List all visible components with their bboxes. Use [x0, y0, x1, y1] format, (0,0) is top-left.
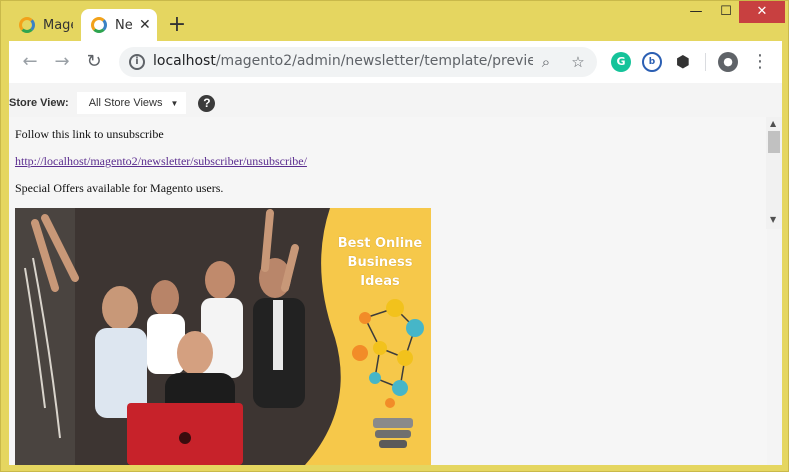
tab-strip: Mage Ne ✕ + — ☐ ✕ — [1, 1, 789, 41]
url-text[interactable]: localhost/magento2/admin/newsletter/temp… — [153, 53, 533, 69]
banner-caption-line1: Best Online — [337, 236, 423, 251]
scroll-up-icon[interactable]: ▲ — [770, 119, 776, 128]
team-photo-illustration — [15, 208, 325, 465]
zoom-icon[interactable]: ⌕ — [537, 53, 555, 71]
store-view-bar: Store View: All Store Views ▼ ? — [9, 91, 216, 115]
banner-caption: Best Online Business Ideas — [329, 234, 431, 291]
browser-window: Mage Ne ✕ + — ☐ ✕ ← → ↻ i localhost/mage… — [0, 0, 789, 472]
help-icon[interactable]: ? — [198, 94, 216, 112]
extension-icon[interactable]: b — [642, 52, 662, 72]
menu-icon[interactable]: ⋮ — [751, 49, 769, 75]
url-path: /magento2/admin/newsletter/template/prev… — [215, 53, 533, 69]
bookmark-star-icon[interactable]: ☆ — [569, 53, 587, 71]
minimize-button[interactable]: — — [681, 1, 711, 23]
offers-text: Special Offers available for Magento use… — [15, 181, 224, 195]
scroll-down-icon[interactable]: ▼ — [770, 215, 776, 224]
browser-toolbar: ← → ↻ i localhost/magento2/admin/newslet… — [9, 41, 782, 83]
magento-favicon-icon — [19, 17, 35, 33]
chevron-down-icon: ▼ — [170, 98, 179, 108]
unsubscribe-text: Follow this link to unsubscribe — [15, 127, 164, 141]
scrollbar-thumb[interactable] — [768, 131, 780, 153]
close-window-button[interactable]: ✕ — [739, 1, 785, 23]
toolbar-divider — [705, 53, 706, 71]
store-view-label: Store View: — [9, 97, 69, 109]
forward-arrow-icon[interactable]: → — [49, 49, 75, 75]
tab-newsletter[interactable]: Ne ✕ — [81, 9, 157, 41]
back-arrow-icon[interactable]: ← — [17, 49, 43, 75]
cube-extension-icon[interactable]: ⬢ — [673, 52, 693, 72]
address-bar[interactable]: i localhost/magento2/admin/newsletter/te… — [119, 47, 597, 77]
tab-title: Mage — [43, 17, 73, 33]
close-tab-icon[interactable]: ✕ — [139, 17, 151, 33]
page-content: Store View: All Store Views ▼ ? Follow t… — [9, 83, 782, 465]
new-tab-button[interactable]: + — [165, 13, 189, 37]
magento-favicon-icon — [91, 17, 107, 33]
newsletter-preview: Follow this link to unsubscribe http://l… — [9, 117, 767, 465]
profile-icon[interactable]: ● — [718, 52, 738, 72]
store-view-value: All Store Views — [88, 97, 163, 109]
site-info-icon[interactable]: i — [129, 54, 145, 70]
preview-scrollbar[interactable]: ▲ ▼ — [766, 117, 782, 229]
tab-title: Ne — [115, 17, 133, 33]
maximize-button[interactable]: ☐ — [711, 1, 741, 23]
business-ideas-banner: Best Online Business Ideas — [15, 208, 431, 465]
team-photo — [15, 208, 325, 465]
reload-icon[interactable]: ↻ — [81, 49, 107, 75]
tab-magento[interactable]: Mage — [9, 9, 77, 41]
grammarly-icon[interactable]: G — [611, 52, 631, 72]
store-view-select[interactable]: All Store Views ▼ — [76, 92, 187, 114]
unsubscribe-link[interactable]: http://localhost/magento2/newsletter/sub… — [15, 154, 307, 169]
banner-caption-line2: Business Ideas — [347, 255, 413, 289]
url-host: localhost — [153, 53, 216, 69]
